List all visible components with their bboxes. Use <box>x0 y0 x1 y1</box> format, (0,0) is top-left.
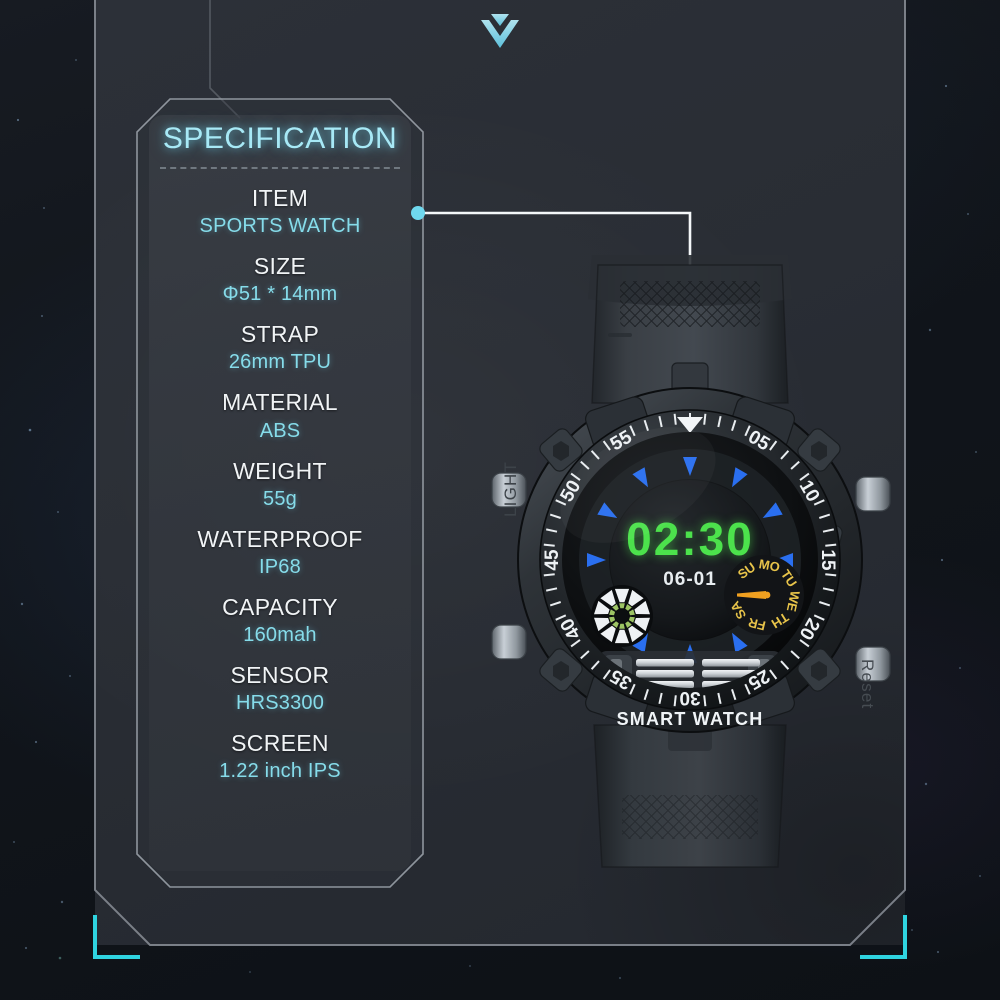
spec-row: SENSOR HRS3300 <box>231 662 330 716</box>
bezel-numeral: 45 <box>542 549 563 571</box>
bezel-numeral: 15 <box>817 549 838 571</box>
spec-key: MATERIAL <box>222 389 338 416</box>
spec-value: HRS3300 <box>235 692 325 714</box>
spec-row: STRAP 26mm TPU <box>229 321 331 375</box>
spec-value: 160mah <box>243 623 317 646</box>
chevron-down-icon <box>481 14 519 48</box>
weekday-subdial: SU MOTUWETHFRSA <box>724 555 804 635</box>
compass-rosette-icon <box>591 585 653 647</box>
spec-value: ABS <box>259 419 301 442</box>
spec-row: SIZE Φ51 * 14mm <box>223 253 338 307</box>
spec-row: CAPACITY 160mah <box>222 594 338 648</box>
spec-key: WATERPROOF <box>197 525 363 552</box>
spec-value: Φ51 * 14mm <box>222 283 338 306</box>
watch-illustration: LIGHT Reset 0510152025303540455055 02:30… <box>491 255 891 868</box>
smart-watch-product-image: LIGHT Reset 05 10 15 20 25 30 35 40 45 50 55 <box>470 255 910 875</box>
right-button-label: Reset <box>858 659 877 709</box>
spec-row: SCREEN 1.22 inch IPS <box>219 730 341 784</box>
page-title: SPECIFICATION <box>162 122 398 155</box>
spec-key: SCREEN <box>231 730 329 756</box>
spec-list: ITEM SPORTS WATCH SIZE Φ51 * 14mm STRAP 26mm … <box>136 173 424 784</box>
spec-key: SIZE <box>253 253 307 280</box>
watch-brand-label: SMART WATCH <box>617 709 764 729</box>
title-divider <box>160 167 400 169</box>
spec-value: 55g <box>263 487 297 510</box>
spec-value: 1.22 inch IPS <box>219 760 341 783</box>
spec-value: IP68 <box>259 555 301 578</box>
battery-bar-segment <box>636 659 694 667</box>
spec-row: WEIGHT 55g <box>233 458 327 512</box>
spec-key: ITEM <box>251 185 309 211</box>
spec-key: SENSOR <box>230 661 330 688</box>
product-spec-image: SPECIFICATION ITEM SPORTS WATCH SIZE Φ51 * … <box>0 0 1000 1000</box>
bezel-numeral: 30 <box>679 687 700 708</box>
spec-row: MATERIAL ABS <box>222 389 338 443</box>
battery-bar-segment <box>636 670 694 678</box>
spec-value: SPORTS WATCH <box>199 215 361 238</box>
spec-key: CAPACITY <box>222 593 338 620</box>
spec-row: WATERPROOF IP68 <box>197 526 362 580</box>
spec-key: STRAP <box>240 321 320 348</box>
callout-dot-panel <box>411 206 425 220</box>
spec-value: 26mm TPU <box>228 351 332 374</box>
battery-bar-segment <box>702 659 760 667</box>
left-button-label: LIGHT <box>501 461 520 517</box>
spec-key: WEIGHT <box>233 457 327 484</box>
spec-row: ITEM SPORTS WATCH <box>200 185 361 239</box>
watch-date-display: 06-01 <box>663 569 717 590</box>
specification-panel: SPECIFICATION ITEM SPORTS WATCH SIZE Φ51 * … <box>136 98 424 888</box>
